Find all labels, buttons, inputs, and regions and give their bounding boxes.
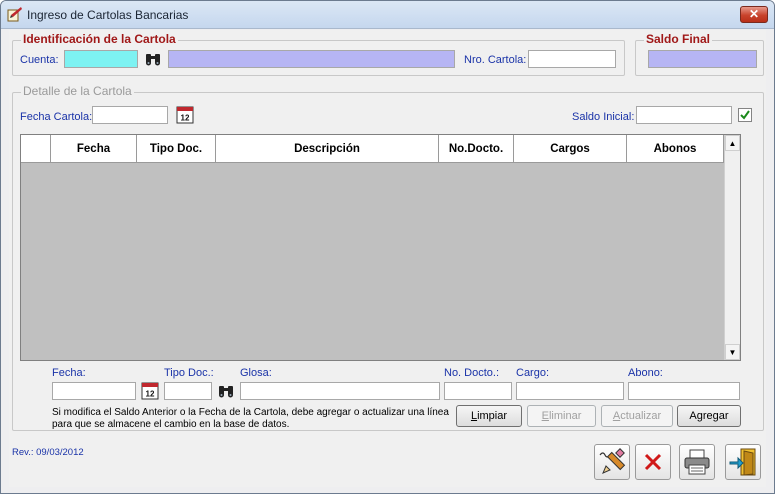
saldo-final-title: Saldo Final <box>644 32 713 46</box>
entry-glosa-input[interactable] <box>240 382 440 400</box>
binoculars-icon <box>146 54 160 66</box>
title-bar[interactable]: Ingreso de Cartolas Bancarias ✕ <box>1 1 774 29</box>
checkmark-icon <box>740 110 750 120</box>
grid-header-abonos: Abonos <box>627 135 724 163</box>
scroll-down-button[interactable]: ▼ <box>725 344 740 360</box>
binoculars-icon <box>219 386 233 398</box>
entry-fecha-label: Fecha: <box>52 367 86 379</box>
edit-button[interactable] <box>594 444 630 480</box>
red-x-icon <box>644 453 662 471</box>
saldo-inicial-checkbox[interactable] <box>738 108 752 122</box>
entry-tipo-doc-search-button[interactable] <box>216 382 236 400</box>
saldo-final-field <box>648 50 757 68</box>
calendar-icon: 12 <box>141 382 159 400</box>
exit-button[interactable] <box>725 444 761 480</box>
app-icon <box>7 7 22 22</box>
main-window: Ingreso de Cartolas Bancarias ✕ Identifi… <box>0 0 775 494</box>
form-body: Identificación de la Cartola Cuenta: Nro… <box>9 30 766 487</box>
grid-header: Fecha Tipo Doc. Descripción No.Docto. Ca… <box>21 135 724 163</box>
fecha-cartola-input[interactable] <box>92 106 168 124</box>
warning-note: Si modifica el Saldo Anterior o la Fecha… <box>52 407 449 431</box>
actualizar-button[interactable]: Actualizar <box>601 405 673 427</box>
saldo-inicial-label: Saldo Inicial: <box>572 111 635 123</box>
detalle-title: Detalle de la Cartola <box>21 84 134 98</box>
movements-grid[interactable]: Fecha Tipo Doc. Descripción No.Docto. Ca… <box>20 134 741 361</box>
svg-text:12: 12 <box>146 390 155 399</box>
printer-icon <box>684 449 710 475</box>
entry-no-docto-input[interactable] <box>444 382 512 400</box>
svg-text:12: 12 <box>181 114 190 123</box>
cuenta-input[interactable] <box>64 50 138 68</box>
calendar-icon: 12 <box>176 106 194 124</box>
grid-header-selector <box>21 135 51 163</box>
grid-header-no-docto: No.Docto. <box>439 135 514 163</box>
entry-cargo-label: Cargo: <box>516 367 550 379</box>
print-button[interactable] <box>679 444 715 480</box>
identificacion-title: Identificación de la Cartola <box>21 32 178 46</box>
limpiar-button[interactable]: Limpiar <box>456 405 522 427</box>
entry-no-docto-label: No. Docto.: <box>444 367 500 379</box>
entry-fecha-input[interactable] <box>52 382 136 400</box>
entry-cargo-input[interactable] <box>516 382 624 400</box>
entry-glosa-label: Glosa: <box>240 367 272 379</box>
close-icon: ✕ <box>748 7 760 21</box>
entry-abono-label: Abono: <box>628 367 663 379</box>
revision-label: Rev.: 09/03/2012 <box>12 447 84 458</box>
fecha-cartola-label: Fecha Cartola: <box>20 111 93 123</box>
grid-header-tipo-doc: Tipo Doc. <box>137 135 216 163</box>
entry-abono-input[interactable] <box>628 382 740 400</box>
grid-header-cargos: Cargos <box>514 135 627 163</box>
cancel-button[interactable] <box>635 444 671 480</box>
entry-tipo-doc-input[interactable] <box>164 382 212 400</box>
eliminar-button[interactable]: Eliminar <box>527 405 596 427</box>
close-button[interactable]: ✕ <box>740 6 768 23</box>
entry-fecha-calendar-button[interactable]: 12 <box>140 382 160 400</box>
scroll-up-button[interactable]: ▲ <box>725 135 740 151</box>
grid-header-fecha: Fecha <box>51 135 137 163</box>
cuenta-description-field <box>168 50 455 68</box>
nro-cartola-input[interactable] <box>528 50 616 68</box>
pencil-edit-icon <box>599 448 626 474</box>
entry-tipo-doc-label: Tipo Doc.: <box>164 367 214 379</box>
grid-scrollbar[interactable]: ▲ ▼ <box>724 135 740 360</box>
window-title: Ingreso de Cartolas Bancarias <box>27 8 189 22</box>
warning-note-line-2: para que se almacene el cambio en la bas… <box>52 419 290 430</box>
fecha-cartola-calendar-button[interactable]: 12 <box>175 106 195 124</box>
warning-note-line-1: Si modifica el Saldo Anterior o la Fecha… <box>52 407 449 418</box>
agregar-button[interactable]: Ag regar <box>677 405 741 427</box>
grid-header-descripcion: Descripción <box>216 135 439 163</box>
saldo-inicial-input[interactable] <box>636 106 732 124</box>
cuenta-search-button[interactable] <box>143 50 163 68</box>
cuenta-label: Cuenta: <box>20 54 59 66</box>
nro-cartola-label: Nro. Cartola: <box>464 54 527 66</box>
exit-door-icon <box>729 448 756 476</box>
